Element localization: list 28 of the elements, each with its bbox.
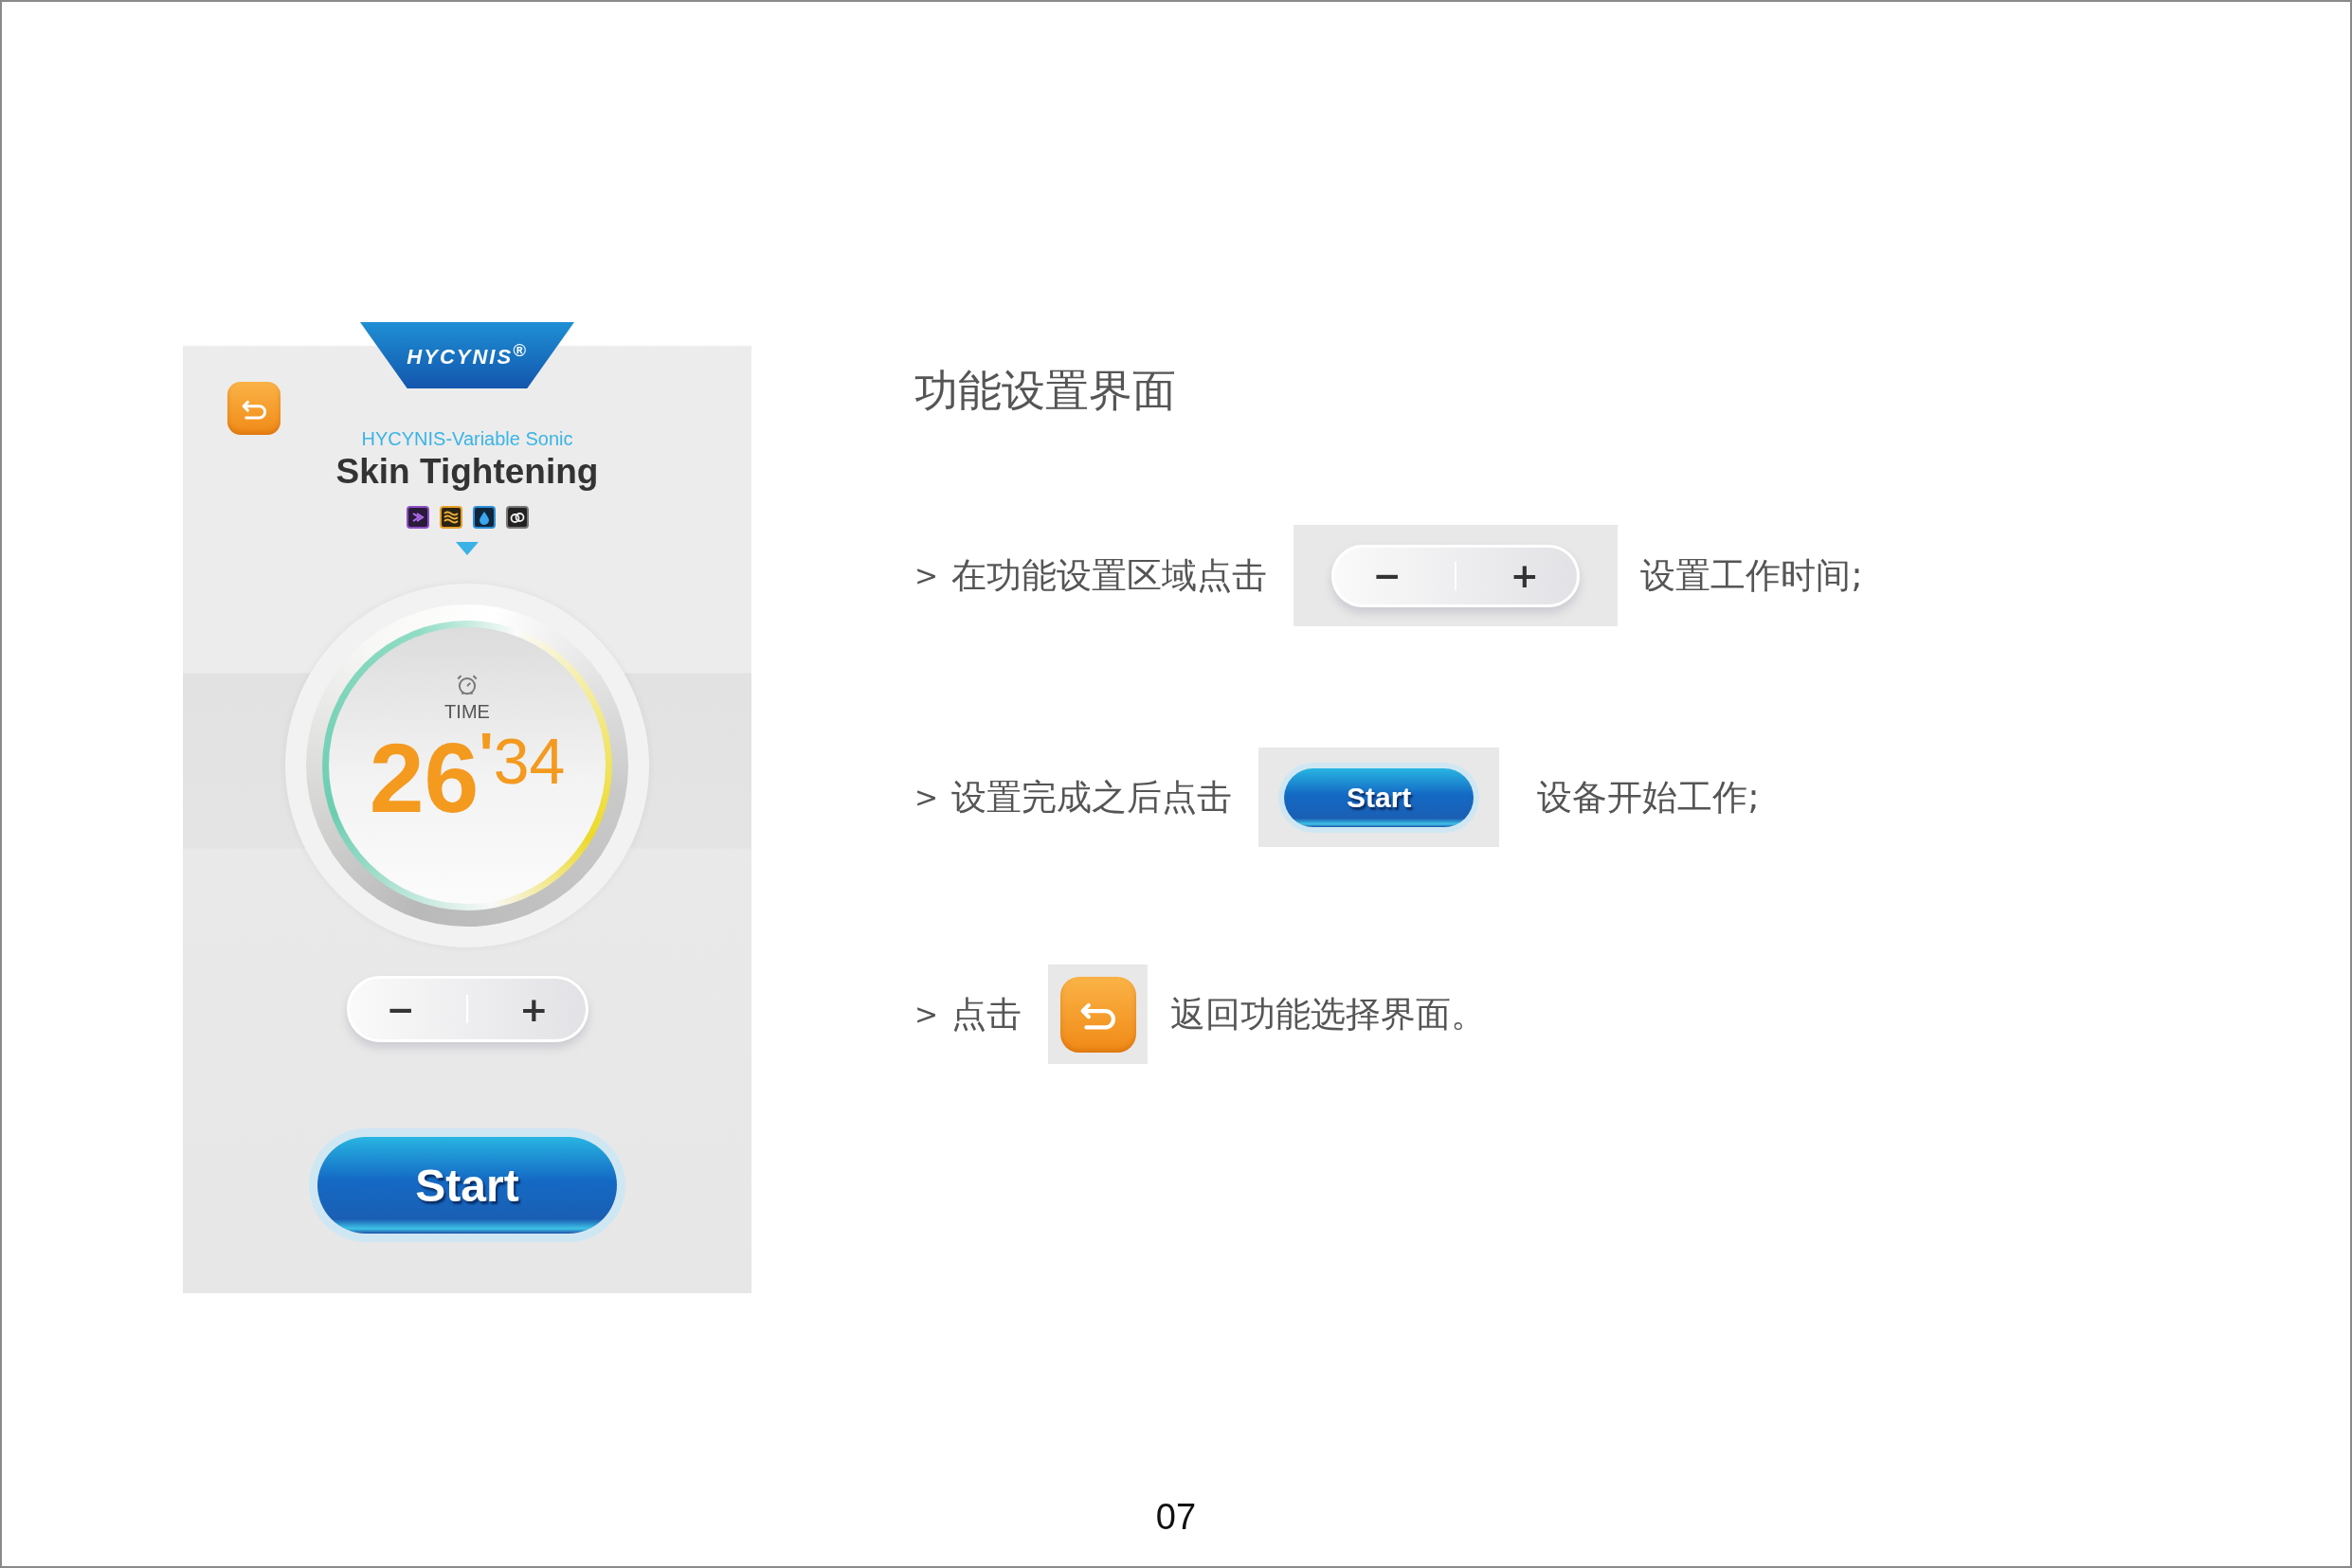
back-button[interactable] [227,382,280,435]
step-text: 设备开始工作; [1537,775,1760,820]
bullet-marker: > [914,781,939,814]
bullet-marker: > [914,559,939,592]
pointer-icon [456,542,479,555]
alarm-clock-icon [455,673,479,697]
rings-icon [505,506,529,529]
minus-button[interactable]: − [1349,556,1424,595]
plus-button[interactable]: + [497,989,571,1029]
back-button[interactable] [1059,976,1136,1053]
step-text: 设置工作时间; [1640,553,1863,598]
bullet-marker: > [914,998,939,1031]
section-title: 功能设置界面 [914,364,1177,417]
plus-button[interactable]: + [1487,556,1562,595]
step-text: 点击 [951,992,1022,1036]
mode-title: Skin Tightening [335,451,599,493]
time-label: TIME [444,701,490,723]
droplet-icon [472,506,496,529]
logo-text: HYCYNIS$^{®}$ [407,340,528,370]
lightning-icon [406,506,429,529]
step-text: 返回功能选择界面。 [1170,992,1487,1036]
waves-icon [439,506,462,529]
page-number: 07 [1154,1497,1198,1539]
minus-button[interactable]: − [363,989,438,1029]
step-text: 在功能设置区域点击 [951,553,1268,598]
time-readout: 26'34 [369,729,566,827]
mode-subtitle: HYCYNIS-Variable Sonic [361,427,573,451]
step-text: 设置完成之后点击 [951,775,1233,820]
